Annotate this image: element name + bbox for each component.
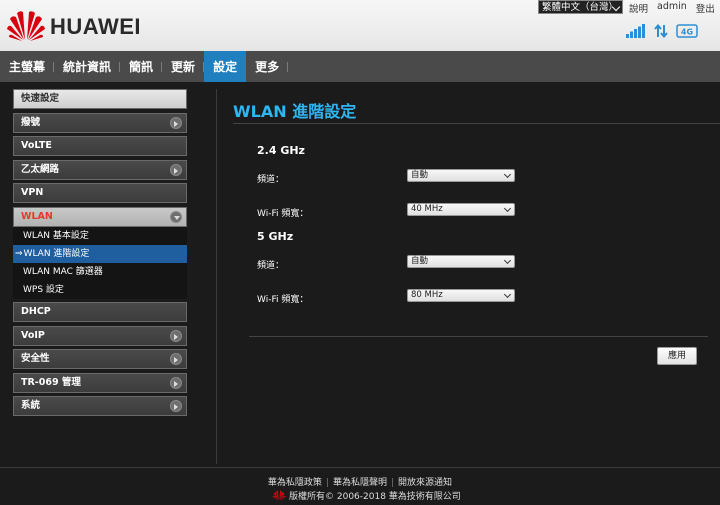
user-link[interactable]: admin: [657, 1, 687, 15]
settings-sidebar: 快速設定 撥號 VoLTE 乙太網路 VPN WLAN WLAN 基本設定 ⇒W…: [13, 89, 187, 420]
status-icons: 4G: [626, 24, 698, 38]
sidebar-item-label: 安全性: [21, 353, 50, 364]
sidebar-item-label: VoLTE: [21, 140, 52, 151]
nav-sms[interactable]: 簡訊: [120, 51, 163, 82]
channel-select-5ghz[interactable]: 自動: [407, 255, 515, 268]
expand-arrow-icon: [170, 376, 182, 389]
page-title: WLAN 進階設定: [233, 102, 357, 121]
chevron-down-icon: [503, 170, 512, 179]
title-divider: [233, 123, 720, 124]
bandwidth-select-2-4ghz[interactable]: 40 MHz: [407, 203, 515, 216]
wlan-submenu: WLAN 基本設定 ⇒WLAN 進階設定 WLAN MAC 篩選器 WPS 設定: [13, 226, 187, 299]
expand-arrow-icon: [170, 353, 182, 365]
section-title-2-4ghz: 2.4 GHz: [257, 144, 305, 157]
nav-home[interactable]: 主螢幕: [0, 51, 55, 82]
sidebar-item-ethernet[interactable]: 乙太網路: [13, 159, 187, 180]
sidebar-item-label: 快速設定: [21, 93, 60, 104]
huawei-logo-icon: [7, 11, 45, 41]
sidebar-item-dhcp[interactable]: DHCP: [13, 302, 187, 322]
copyright: 版權所有© 2006-2018 華為技術有限公司: [272, 489, 461, 502]
sidebar-subitem-wlan-mac-filter[interactable]: WLAN MAC 篩選器: [13, 263, 187, 281]
chevron-down-icon: [503, 256, 512, 265]
sidebar-item-security[interactable]: 安全性: [13, 349, 187, 369]
sidebar-item-label: TR-069 管理: [21, 376, 81, 388]
sidebar-item-label: VoIP: [21, 329, 45, 341]
expand-arrow-icon: [170, 163, 182, 176]
sidebar-item-quick-setup[interactable]: 快速設定: [13, 89, 187, 109]
footer-links: 華為私隱政策 | 華為私隱聲明 | 開放來源通知: [0, 475, 720, 488]
privacy-policy-link[interactable]: 華為私隱政策: [268, 478, 322, 488]
nav-settings[interactable]: 設定: [204, 51, 247, 82]
top-links: 說明 admin 登出: [629, 1, 715, 15]
footer-separator: |: [391, 478, 395, 488]
privacy-statement-link[interactable]: 華為私隱聲明: [333, 478, 387, 488]
sidebar-item-tr069[interactable]: TR-069 管理: [13, 372, 187, 393]
logout-link[interactable]: 登出: [696, 1, 715, 15]
brand-name: HUAWEI: [50, 14, 141, 39]
huawei-small-logo-icon: [272, 490, 286, 501]
nav-update[interactable]: 更新: [162, 51, 205, 82]
sidebar-item-volte[interactable]: VoLTE: [13, 136, 187, 156]
apply-button[interactable]: 應用: [657, 347, 697, 365]
sidebar-item-label: WLAN: [21, 210, 53, 222]
sidebar-item-label: VPN: [21, 187, 44, 198]
sidebar-subitem-wlan-basic[interactable]: WLAN 基本設定: [13, 227, 187, 245]
help-link[interactable]: 說明: [629, 1, 648, 15]
language-value: 繁體中文（台灣）: [542, 2, 619, 13]
sidebar-subitem-label: WLAN 進階設定: [23, 248, 90, 259]
sidebar-item-label: DHCP: [21, 306, 51, 317]
sidebar-item-label: 系統: [21, 400, 41, 411]
sidebar-item-label: 撥號: [21, 116, 41, 128]
sidebar-divider: [216, 89, 217, 464]
chevron-down-icon: [503, 290, 512, 299]
copyright-text: 版權所有© 2006-2018 華為技術有限公司: [289, 492, 461, 502]
sidebar-item-vpn[interactable]: VPN: [13, 183, 187, 203]
chevron-down-icon: [503, 204, 512, 213]
channel-value-2-4ghz: 自動: [411, 170, 429, 180]
channel-select-2-4ghz[interactable]: 自動: [407, 169, 515, 182]
bandwidth-label-5ghz: Wi-Fi 頻寬：: [257, 295, 309, 305]
svg-text:4G: 4G: [681, 28, 693, 37]
header: HUAWEI 繁體中文（台灣） 說明 admin 登出 4G: [0, 0, 720, 51]
open-source-notice-link[interactable]: 開放來源通知: [398, 478, 452, 488]
footer-separator: |: [325, 478, 329, 488]
expand-arrow-icon: [170, 400, 182, 412]
channel-value-5ghz: 自動: [411, 256, 429, 266]
sidebar-item-system[interactable]: 系統: [13, 396, 187, 416]
channel-label-2-4ghz: 頻道：: [257, 175, 285, 185]
sidebar-subitem-wps[interactable]: WPS 設定: [13, 281, 187, 299]
sidebar-item-wlan[interactable]: WLAN: [13, 206, 187, 227]
nav-statistics[interactable]: 統計資訊: [54, 51, 121, 82]
sidebar-subitem-wlan-advanced[interactable]: ⇒WLAN 進階設定: [13, 244, 187, 263]
sidebar-item-voip[interactable]: VoIP: [13, 325, 187, 346]
footer-divider: [0, 467, 720, 468]
bandwidth-value-2-4ghz: 40 MHz: [411, 204, 443, 214]
main-navbar: 主螢幕 統計資訊 簡訊 更新 設定 更多: [0, 51, 720, 82]
arrow-right-icon: ⇒: [15, 248, 23, 259]
language-select[interactable]: 繁體中文（台灣）: [538, 0, 623, 14]
channel-label-5ghz: 頻道：: [257, 261, 285, 271]
bandwidth-select-5ghz[interactable]: 80 MHz: [407, 289, 515, 302]
sidebar-item-dialup[interactable]: 撥號: [13, 112, 187, 133]
collapse-arrow-icon: [170, 210, 182, 223]
section-title-5ghz: 5 GHz: [257, 230, 294, 243]
signal-strength-icon: [626, 24, 645, 38]
expand-arrow-icon: [170, 329, 182, 342]
bandwidth-value-5ghz: 80 MHz: [411, 290, 443, 300]
expand-arrow-icon: [170, 116, 182, 129]
nav-more[interactable]: 更多: [246, 51, 289, 82]
bandwidth-label-2-4ghz: Wi-Fi 頻寬：: [257, 209, 309, 219]
sidebar-item-label: 乙太網路: [21, 163, 60, 175]
data-transfer-icon: [654, 24, 668, 38]
content-divider: [249, 336, 708, 337]
4g-network-icon: 4G: [676, 24, 698, 38]
